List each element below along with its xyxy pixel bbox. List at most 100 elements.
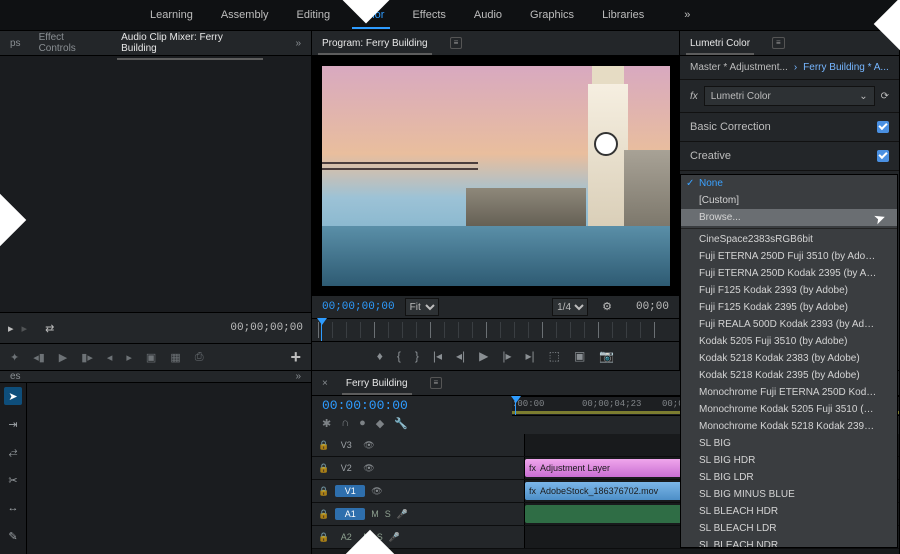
toggle-output-icon[interactable]: 👁 — [363, 440, 374, 451]
program-time-ruler[interactable] — [312, 318, 679, 341]
checkbox-on-icon[interactable] — [877, 121, 889, 133]
dropdown-item[interactable]: Kodak 5218 Kodak 2395 (by Adobe) — [681, 367, 897, 384]
dropdown-item[interactable]: CineSpace2383sRGB6bit — [681, 231, 897, 248]
lumetri-clip-link[interactable]: Ferry Building * A... — [803, 62, 889, 73]
dropdown-item[interactable]: Monochrome Kodak 5205 Fuji 3510 (by Adob… — [681, 401, 897, 418]
clip-video[interactable]: fx AdobeStock_186376702.mov — [525, 482, 701, 500]
track-label[interactable]: V2 — [335, 463, 357, 473]
snap-icon[interactable]: ✱ — [322, 417, 331, 430]
track-label[interactable]: A2 — [335, 532, 357, 542]
checkbox-on-icon[interactable] — [877, 150, 889, 162]
workspace-overflow-icon[interactable]: » — [684, 9, 690, 21]
timeline-playhead[interactable] — [512, 397, 520, 415]
source-mode-icon[interactable]: ⇄ — [45, 322, 54, 335]
workspace-tab-learning[interactable]: Learning — [150, 9, 193, 21]
program-fit-select[interactable]: Fit — [405, 298, 439, 316]
play-icon[interactable]: ▶ — [59, 351, 67, 364]
workspace-tab-editing[interactable]: Editing — [297, 9, 331, 21]
reset-icon[interactable]: ⟳ — [881, 91, 889, 102]
track-label[interactable]: A1 — [335, 508, 365, 520]
out-point-icon[interactable]: } — [415, 349, 419, 363]
panel-menu-icon[interactable]: ≡ — [772, 37, 785, 49]
marker-icon[interactable]: ♦ — [377, 349, 383, 363]
project-browser[interactable] — [27, 383, 311, 554]
slip-tool-icon[interactable]: ↔ — [4, 499, 22, 517]
source-tab-audio-clip-mixer[interactable]: Audio Clip Mixer: Ferry Building — [121, 32, 259, 54]
source-timecode-icon[interactable]: ▸ — [8, 322, 14, 335]
workspace-tab-audio[interactable]: Audio — [474, 9, 502, 21]
track-label[interactable]: V3 — [335, 440, 357, 450]
step-fwd-icon[interactable]: |▸ — [502, 349, 511, 363]
project-tab-left[interactable]: es — [10, 371, 21, 382]
out-icon[interactable]: ▸ — [126, 351, 132, 364]
program-tab[interactable]: Program: Ferry Building — [322, 38, 428, 49]
program-resolution-select[interactable]: 1/4 — [552, 298, 588, 316]
lock-icon[interactable]: 🔒 — [318, 509, 329, 520]
dropdown-item[interactable]: SL BLEACH NDR — [681, 537, 897, 548]
export-frame-icon[interactable]: 📷 — [599, 349, 614, 363]
dropdown-item[interactable]: SL BIG HDR — [681, 452, 897, 469]
voiceover-icon[interactable]: 🎤 — [389, 532, 400, 543]
dropdown-item[interactable]: Kodak 5205 Fuji 3510 (by Adobe) — [681, 333, 897, 350]
settings-icon[interactable]: ⚙ — [602, 300, 612, 314]
dropdown-item[interactable]: Monochrome Fuji ETERNA 250D Kodak 2395 (… — [681, 384, 897, 401]
lock-icon[interactable]: 🔒 — [318, 463, 329, 474]
overflow-icon[interactable]: » — [295, 371, 301, 382]
workspace-tab-libraries[interactable]: Libraries — [602, 9, 644, 21]
lumetri-fx-select[interactable]: Lumetri Color ⌄ — [704, 86, 875, 106]
voiceover-icon[interactable]: 🎤 — [397, 509, 408, 520]
settings-icon[interactable]: ◆ — [376, 417, 384, 430]
lock-icon[interactable]: 🔒 — [318, 486, 329, 497]
lock-icon[interactable]: 🔒 — [318, 440, 329, 451]
track-select-tool-icon[interactable]: ⇥ — [4, 415, 22, 433]
mute-toggle[interactable]: M — [371, 509, 379, 519]
source-tab-effect-controls[interactable]: Effect Controls — [39, 32, 104, 54]
dropdown-item[interactable]: Fuji F125 Kodak 2395 (by Adobe) — [681, 299, 897, 316]
dropdown-item[interactable]: SL BLEACH LDR — [681, 520, 897, 537]
lock-icon[interactable]: 🔒 — [318, 532, 329, 543]
dropdown-item[interactable]: Fuji ETERNA 250D Fuji 3510 (by Adobe) — [681, 248, 897, 265]
workspace-tab-effects[interactable]: Effects — [412, 9, 445, 21]
dropdown-item[interactable]: Monochrome Kodak 5218 Kodak 2395 (by Ado… — [681, 418, 897, 435]
step-back-icon[interactable]: ◂▮ — [33, 351, 45, 364]
panel-menu-icon[interactable]: ≡ — [430, 377, 443, 389]
dropdown-item[interactable]: SL BLEACH HDR — [681, 503, 897, 520]
dropdown-item[interactable]: None — [681, 175, 897, 192]
source-tab-ps[interactable]: ps — [10, 38, 21, 49]
dropdown-item[interactable]: Kodak 5218 Kodak 2383 (by Adobe) — [681, 350, 897, 367]
dropdown-item[interactable]: SL BIG MINUS BLUE — [681, 486, 897, 503]
dropdown-item[interactable]: Fuji ETERNA 250D Kodak 2395 (by Adobe) — [681, 265, 897, 282]
timeline-tab[interactable]: Ferry Building — [346, 378, 408, 389]
lumetri-section-basic[interactable]: Basic Correction — [680, 113, 899, 142]
button-editor-icon[interactable]: + — [290, 347, 301, 368]
in-point-icon[interactable]: { — [397, 349, 401, 363]
in-icon[interactable]: ◂ — [107, 351, 113, 364]
toggle-output-icon[interactable]: 👁 — [371, 486, 382, 497]
export-frame-icon[interactable]: ⎙ — [195, 351, 204, 364]
program-playhead[interactable] — [318, 319, 326, 341]
close-seq-icon[interactable]: × — [322, 378, 328, 389]
track-label[interactable]: V1 — [335, 485, 365, 497]
insert-icon[interactable]: ▣ — [146, 351, 156, 364]
dropdown-item[interactable]: Browse... — [681, 209, 897, 226]
wrench-icon[interactable]: 🔧 — [394, 417, 408, 430]
extract-icon[interactable]: ▣ — [574, 349, 585, 363]
ripple-tool-icon[interactable]: ⥄ — [4, 443, 22, 461]
lumetri-tab[interactable]: Lumetri Color — [690, 38, 750, 49]
linked-sel-icon[interactable]: ∩ — [341, 417, 349, 430]
dropdown-item[interactable]: [Custom] — [681, 192, 897, 209]
dropdown-item[interactable]: SL BIG — [681, 435, 897, 452]
solo-toggle[interactable]: S — [385, 509, 391, 519]
source-overflow-icon[interactable]: » — [295, 38, 301, 49]
pen-tool-icon[interactable]: ✎ — [4, 527, 22, 545]
add-marker-icon[interactable]: ✦ — [10, 351, 19, 364]
look-preset-dropdown[interactable]: None[Custom]Browse... CineSpace2383sRGB6b… — [680, 174, 898, 548]
toggle-output-icon[interactable]: 👁 — [363, 463, 374, 474]
lumetri-section-creative[interactable]: Creative — [680, 142, 899, 171]
markers-icon[interactable]: ● — [359, 417, 366, 430]
program-monitor-view[interactable] — [312, 56, 679, 295]
dropdown-item[interactable]: Fuji REALA 500D Kodak 2393 (by Adobe) — [681, 316, 897, 333]
razor-tool-icon[interactable]: ✂ — [4, 471, 22, 489]
goto-in-icon[interactable]: |◂ — [433, 349, 442, 363]
goto-out-icon[interactable]: ▸| — [526, 349, 535, 363]
